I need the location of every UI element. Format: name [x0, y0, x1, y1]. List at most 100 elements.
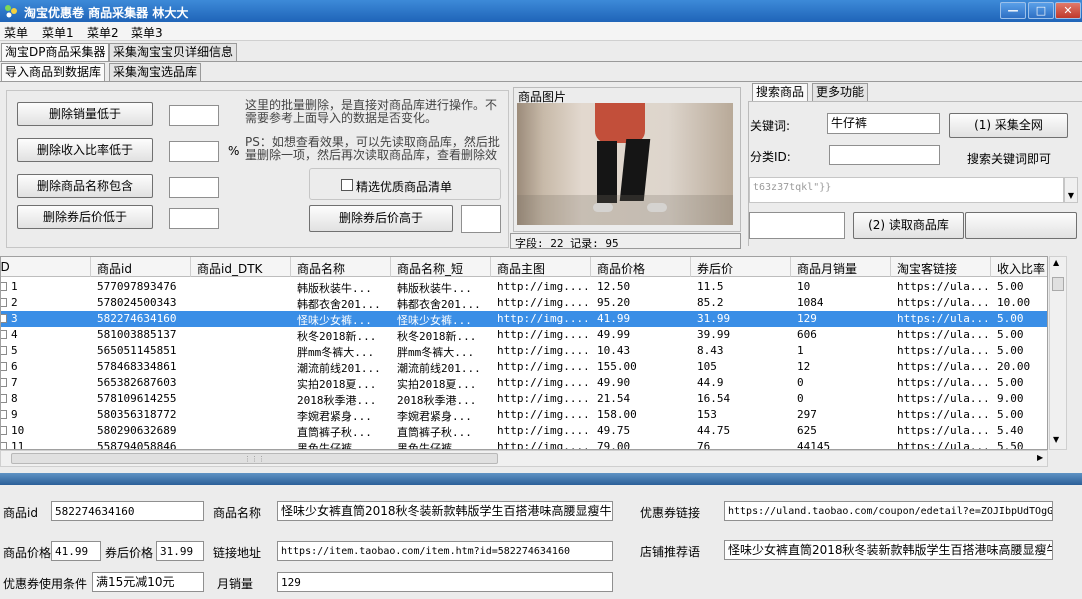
table-row[interactable]: 7 565382687603 实拍2018夏... 实拍2018夏... http://…	[1, 375, 1047, 391]
col-header-item-id[interactable]: 商品id	[97, 260, 132, 277]
collect-all-network-button[interactable]: (1) 采集全网	[949, 113, 1068, 138]
scroll-right-arrow-icon[interactable]: ▶	[1037, 453, 1043, 462]
cell-item-id: 581003885137	[97, 328, 177, 341]
table-row[interactable]: 6 578468334861 潮流前线201... 潮流前线201... http://…	[1, 359, 1047, 375]
keyword-input[interactable]: 牛仔裤	[827, 113, 940, 134]
quality-checkbox[interactable]	[341, 179, 353, 191]
tab-more-functions[interactable]: 更多功能	[812, 83, 869, 101]
blank-input[interactable]	[749, 212, 845, 239]
row-checkbox[interactable]	[1, 378, 7, 387]
menu-item-main[interactable]: 菜单	[4, 24, 28, 41]
row-checkbox[interactable]	[1, 394, 7, 403]
delete-after-price-above-button[interactable]: 删除券后价高于	[309, 205, 453, 232]
scroll-down-arrow-icon[interactable]: ▼	[1053, 435, 1059, 444]
detail-coupon-link-field[interactable]: https://uland.taobao.com/coupon/edetail?…	[724, 501, 1053, 521]
col-header-item-id-dtk[interactable]: 商品id_DTK	[197, 260, 262, 277]
cell-main-image: http://img....	[497, 440, 587, 450]
col-header-income-ratio[interactable]: 收入比率	[997, 260, 1045, 277]
detail-link-field[interactable]: https://item.taobao.com/item.htm?id=5822…	[277, 541, 613, 561]
table-row[interactable]: 5 565051145851 胖mm冬裤大... 胖mm冬裤大... http://im…	[1, 343, 1047, 359]
row-checkbox[interactable]	[1, 330, 7, 339]
table-row[interactable]: 10 580290632689 直筒裤子秋... 直筒裤子秋... http://img…	[1, 423, 1047, 439]
quality-checkbox-label: 精选优质商品清单	[356, 180, 453, 194]
close-button[interactable]: ✕	[1055, 2, 1081, 19]
menu-item-1[interactable]: 菜单1	[42, 24, 74, 41]
income-ratio-below-input[interactable]	[169, 141, 219, 162]
maximize-button[interactable]: □	[1028, 2, 1054, 19]
menu-item-3[interactable]: 菜单3	[131, 24, 163, 41]
col-header-id[interactable]: ID	[1, 260, 10, 274]
cell-taoke-link: https://ula...	[897, 392, 987, 405]
grid-scroll-thumb[interactable]	[1052, 277, 1064, 291]
cell-item-id: 578109614255	[97, 392, 177, 405]
table-row[interactable]: 11 558794058846 黑色牛仔裤... 黑色牛仔裤... http://img…	[1, 439, 1047, 450]
detail-coupon-cond-field[interactable]: 满15元减10元	[92, 572, 204, 592]
cell-item-id: 565382687603	[97, 376, 177, 389]
row-checkbox[interactable]	[1, 346, 7, 355]
after-price-above-input[interactable]	[461, 205, 501, 233]
cell-id: 3	[11, 312, 18, 325]
col-header-monthly-sales[interactable]: 商品月销量	[797, 260, 857, 277]
name-contains-input[interactable]	[169, 177, 219, 198]
grid-horizontal-scrollbar[interactable]: ⋮⋮⋮ ▶	[0, 450, 1048, 467]
row-checkbox[interactable]	[1, 298, 7, 307]
cell-price: 21.54	[597, 392, 631, 405]
detail-id-field[interactable]: 582274634160	[51, 501, 204, 521]
detail-recommend-field[interactable]: 怪味少女裤直筒2018秋冬装新款韩版学生百搭港味高腰显瘦牛	[724, 540, 1053, 560]
table-row[interactable]: 8 578109614255 2018秋季港... 2018秋季港... http://…	[1, 391, 1047, 407]
cell-taoke-link: https://ula...	[897, 312, 987, 325]
detail-coupon-cond-label: 优惠券使用条件	[3, 577, 88, 591]
after-price-below-input[interactable]	[169, 208, 219, 229]
table-row[interactable]: 3 582274634160 怪味少女裤... 怪味少女裤... http://img.…	[1, 311, 1047, 327]
detail-price-field[interactable]: 41.99	[51, 541, 101, 561]
delete-after-price-below-button[interactable]: 删除券后价低于	[17, 205, 153, 229]
col-header-main-image[interactable]: 商品主图	[497, 260, 545, 277]
cell-item-name-short: 韩都衣舍201...	[397, 298, 481, 311]
blank-action-button[interactable]	[965, 212, 1077, 239]
tab-collect-selection-lib[interactable]: 采集淘宝选品库	[109, 63, 202, 81]
row-checkbox[interactable]	[1, 442, 7, 449]
delete-name-contains-button[interactable]: 删除商品名称包含	[17, 174, 153, 198]
col-header-after-coupon-price[interactable]: 券后价	[697, 260, 733, 277]
table-row[interactable]: 4 581003885137 秋冬2018新... 秋冬2018新... http://…	[1, 327, 1047, 343]
col-header-taoke-link[interactable]: 淘宝客链接	[897, 260, 957, 277]
row-checkbox[interactable]	[1, 410, 7, 419]
cell-monthly-sales: 1	[797, 344, 804, 357]
tab-search-items[interactable]: 搜索商品	[752, 83, 809, 101]
row-checkbox[interactable]	[1, 362, 7, 371]
grid-vertical-scrollbar[interactable]: ▲ ▼	[1049, 256, 1067, 450]
cell-item-id: 565051145851	[97, 344, 177, 357]
cell-taoke-link: https://ula...	[897, 376, 987, 389]
table-row[interactable]: 2 578024500343 韩都衣舍201... 韩都衣舍201... http://…	[1, 295, 1047, 311]
minimize-button[interactable]: —	[1000, 2, 1026, 19]
cell-price: 49.99	[597, 328, 631, 341]
row-checkbox[interactable]	[1, 426, 7, 435]
tab-taobao-dp-collector[interactable]: 淘宝DP商品采集器	[1, 43, 110, 61]
col-header-item-name[interactable]: 商品名称	[297, 260, 345, 277]
result-textarea[interactable]: t63z37tqkl"}}	[749, 177, 1064, 203]
menu-item-2[interactable]: 菜单2	[87, 24, 119, 41]
cell-taoke-link: https://ula...	[897, 296, 987, 309]
col-header-price[interactable]: 商品价格	[597, 260, 645, 277]
detail-after-price-field[interactable]: 31.99	[156, 541, 204, 561]
read-product-db-button[interactable]: (2) 读取商品库	[853, 212, 964, 239]
scroll-up-arrow-icon[interactable]: ▲	[1053, 258, 1059, 267]
detail-name-field[interactable]: 怪味少女裤直筒2018秋冬装新款韩版学生百搭港味高腰显瘦牛仔	[277, 501, 613, 521]
category-id-input[interactable]	[829, 145, 940, 165]
sales-below-input[interactable]	[169, 105, 219, 126]
row-checkbox[interactable]	[1, 314, 7, 323]
detail-id-label: 商品id	[3, 506, 38, 520]
tab-collect-item-details[interactable]: 采集淘宝宝贝详细信息	[109, 43, 238, 61]
grid-hscroll-thumb[interactable]: ⋮⋮⋮	[11, 453, 498, 464]
tab-import-to-db[interactable]: 导入商品到数据库	[1, 63, 106, 81]
delete-income-ratio-below-button[interactable]: 删除收入比率低于	[17, 138, 153, 162]
textarea-scrollbar[interactable]: ▼	[1064, 177, 1078, 203]
cell-income-ratio: 5.50	[997, 440, 1024, 450]
delete-sales-below-button[interactable]: 删除销量低于	[17, 102, 153, 126]
table-row[interactable]: 1 577097893476 韩版秋装牛... 韩版秋装牛... http://img.…	[1, 279, 1047, 295]
detail-monthly-field[interactable]: 129	[277, 572, 613, 592]
row-checkbox[interactable]	[1, 282, 7, 291]
table-row[interactable]: 9 580356318772 李婉君紧身... 李婉君紧身... http://img.…	[1, 407, 1047, 423]
col-header-item-name-short[interactable]: 商品名称_短	[397, 260, 463, 277]
cell-id: 10	[11, 424, 25, 437]
